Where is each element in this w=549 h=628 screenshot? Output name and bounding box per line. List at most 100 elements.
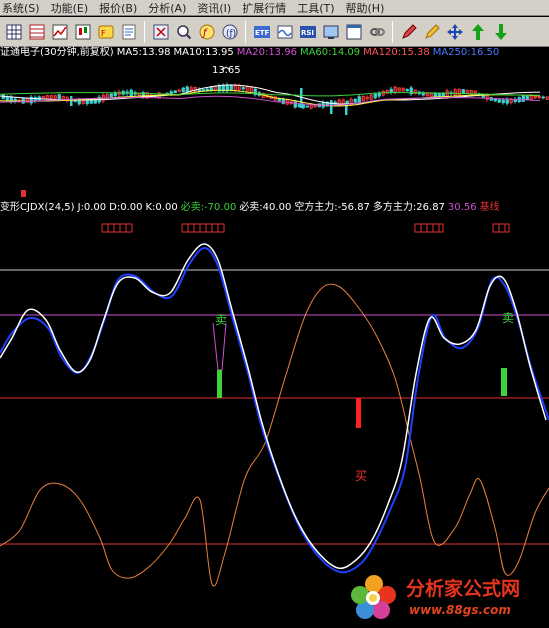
menu-item-1[interactable]: 功能(E) (49, 0, 98, 16)
candle-body (353, 98, 357, 103)
wave-icon (277, 25, 293, 38)
line-chart-icon (52, 24, 68, 39)
candle-body (345, 100, 349, 104)
candle-body (521, 95, 525, 102)
grid-button[interactable] (3, 21, 24, 43)
hand-button[interactable]: ƒ (196, 21, 217, 43)
main-legend-item: MA5:13.98 (116, 47, 171, 58)
candle-body (321, 101, 325, 108)
main-legend-item: MA20:13.96 (236, 47, 297, 58)
candle-body (377, 92, 381, 97)
candle-chart-button[interactable] (72, 21, 93, 43)
indicator-legend-item: J:0.00 (77, 202, 107, 213)
down-arrow-icon (495, 23, 507, 40)
candle-body (293, 101, 297, 108)
line-chart-button[interactable] (49, 21, 70, 43)
candle-body (389, 88, 393, 93)
sell-signal-bar (217, 370, 222, 398)
menu-item-0[interactable]: 系统(S) (0, 0, 49, 16)
notepad-button[interactable] (118, 21, 139, 43)
candle-body (300, 88, 303, 108)
screen-icon (323, 25, 339, 39)
indicator-legend-item: 变形CJDX(24,5) (0, 202, 75, 213)
svg-text:F: F (101, 29, 106, 38)
candle-body (433, 93, 437, 98)
pencil-icon (425, 23, 440, 39)
f-button[interactable]: (ƒ) (219, 21, 240, 43)
candle-body (505, 99, 509, 104)
menu-item-2[interactable]: 报价(B) (97, 0, 146, 16)
menu-item-7[interactable]: 帮助(H) (344, 0, 394, 16)
candle-body (525, 95, 529, 100)
menu-item-3[interactable]: 分析(A) (146, 0, 195, 16)
move-button[interactable] (444, 21, 465, 43)
white-indicator-line (0, 243, 547, 570)
candle-body (70, 96, 73, 106)
wave-button[interactable] (274, 21, 295, 43)
indicator-legend-item: 空方主力:-56.87 (294, 202, 370, 213)
menu-item-6[interactable]: 工具(T) (295, 0, 343, 16)
grid-icon (6, 24, 22, 39)
window-button[interactable] (343, 21, 364, 43)
scissors-icon (153, 24, 169, 39)
blue-indicator-line (0, 247, 549, 574)
candle-body (330, 100, 333, 114)
candle-body (241, 87, 245, 90)
chart-area[interactable]: 13.65 卖卖买 证通电子(30分钟,前复权) MA5:13.98 MA10:13.… (0, 48, 549, 628)
chart-canvas[interactable]: 13.65卖 卖买 (0, 48, 549, 628)
etf-button[interactable]: ETF (251, 21, 272, 43)
window-icon (346, 24, 362, 39)
candle-body (89, 99, 93, 104)
watermark-url: www.88gs.com (409, 603, 511, 617)
f-icon: (ƒ) (222, 24, 238, 39)
svg-text:(ƒ): (ƒ) (226, 29, 236, 39)
indicator-legend-item: 基线 (479, 202, 500, 213)
candle-body (229, 85, 233, 90)
scissors-button[interactable] (150, 21, 171, 43)
menu-item-4[interactable]: 资讯(I) (195, 0, 240, 16)
pen-button[interactable] (398, 21, 419, 43)
toolbar-separator (245, 20, 246, 43)
up-arrow-button[interactable] (467, 21, 488, 43)
magenta-signal-spike (212, 322, 227, 371)
table-button[interactable] (26, 21, 47, 43)
candle-body (501, 99, 505, 104)
f10-icon: F (98, 25, 114, 38)
indicator-legend-item: 必卖:-70.00 (180, 202, 237, 213)
magnifier-button[interactable] (173, 21, 194, 43)
main-legend-item: MA250:16.50 (432, 47, 500, 58)
f10-button[interactable]: F (95, 21, 116, 43)
flower-logo-icon (351, 575, 396, 619)
up-arrow-icon (472, 23, 484, 40)
main-legend-item: 证通电子(30分钟,前复权) (0, 47, 114, 58)
toolbar-separator (392, 20, 393, 43)
indicator-legend-item: 多方主力:26.87 (372, 202, 445, 213)
candle-body (541, 96, 545, 99)
buy-marker (21, 190, 26, 197)
candle-body (357, 96, 361, 103)
candle-chart-icon (75, 24, 91, 39)
down-arrow-button[interactable] (490, 21, 511, 43)
link-button[interactable] (366, 21, 387, 43)
signal-strip (101, 223, 133, 233)
watermark: 分析家公式网 www.88gs.com (346, 568, 546, 628)
sell-signal-bar (501, 368, 507, 396)
main-chart-legend: 证通电子(30分钟,前复权) MA5:13.98 MA10:13.95 MA20:13… (0, 48, 502, 58)
screen-button[interactable] (320, 21, 341, 43)
indicator-legend-item: 必卖:40.00 (239, 202, 292, 213)
indicator-legend-item: D:0.00 (109, 202, 143, 213)
menu-bar: 系统(S) 功能(E) 报价(B) 分析(A) 资讯(I) 扩展行情 工具(T) 帮助(H) (0, 0, 549, 16)
toolbar-separator (144, 20, 145, 43)
rsi-button[interactable]: RSI (297, 21, 318, 43)
hand-icon: ƒ (199, 24, 215, 39)
svg-text:RSI: RSI (301, 29, 314, 37)
candle-body (441, 92, 445, 97)
magnifier-icon (177, 24, 192, 39)
buy-signal-label: 买 (355, 469, 367, 483)
candle-body (173, 90, 177, 94)
candle-body (73, 99, 77, 103)
menu-item-5[interactable]: 扩展行情 (240, 0, 295, 16)
pencil-button[interactable] (421, 21, 442, 43)
main-legend-item: MA60:14.09 (299, 47, 361, 58)
orange-indicator-line (0, 283, 549, 587)
